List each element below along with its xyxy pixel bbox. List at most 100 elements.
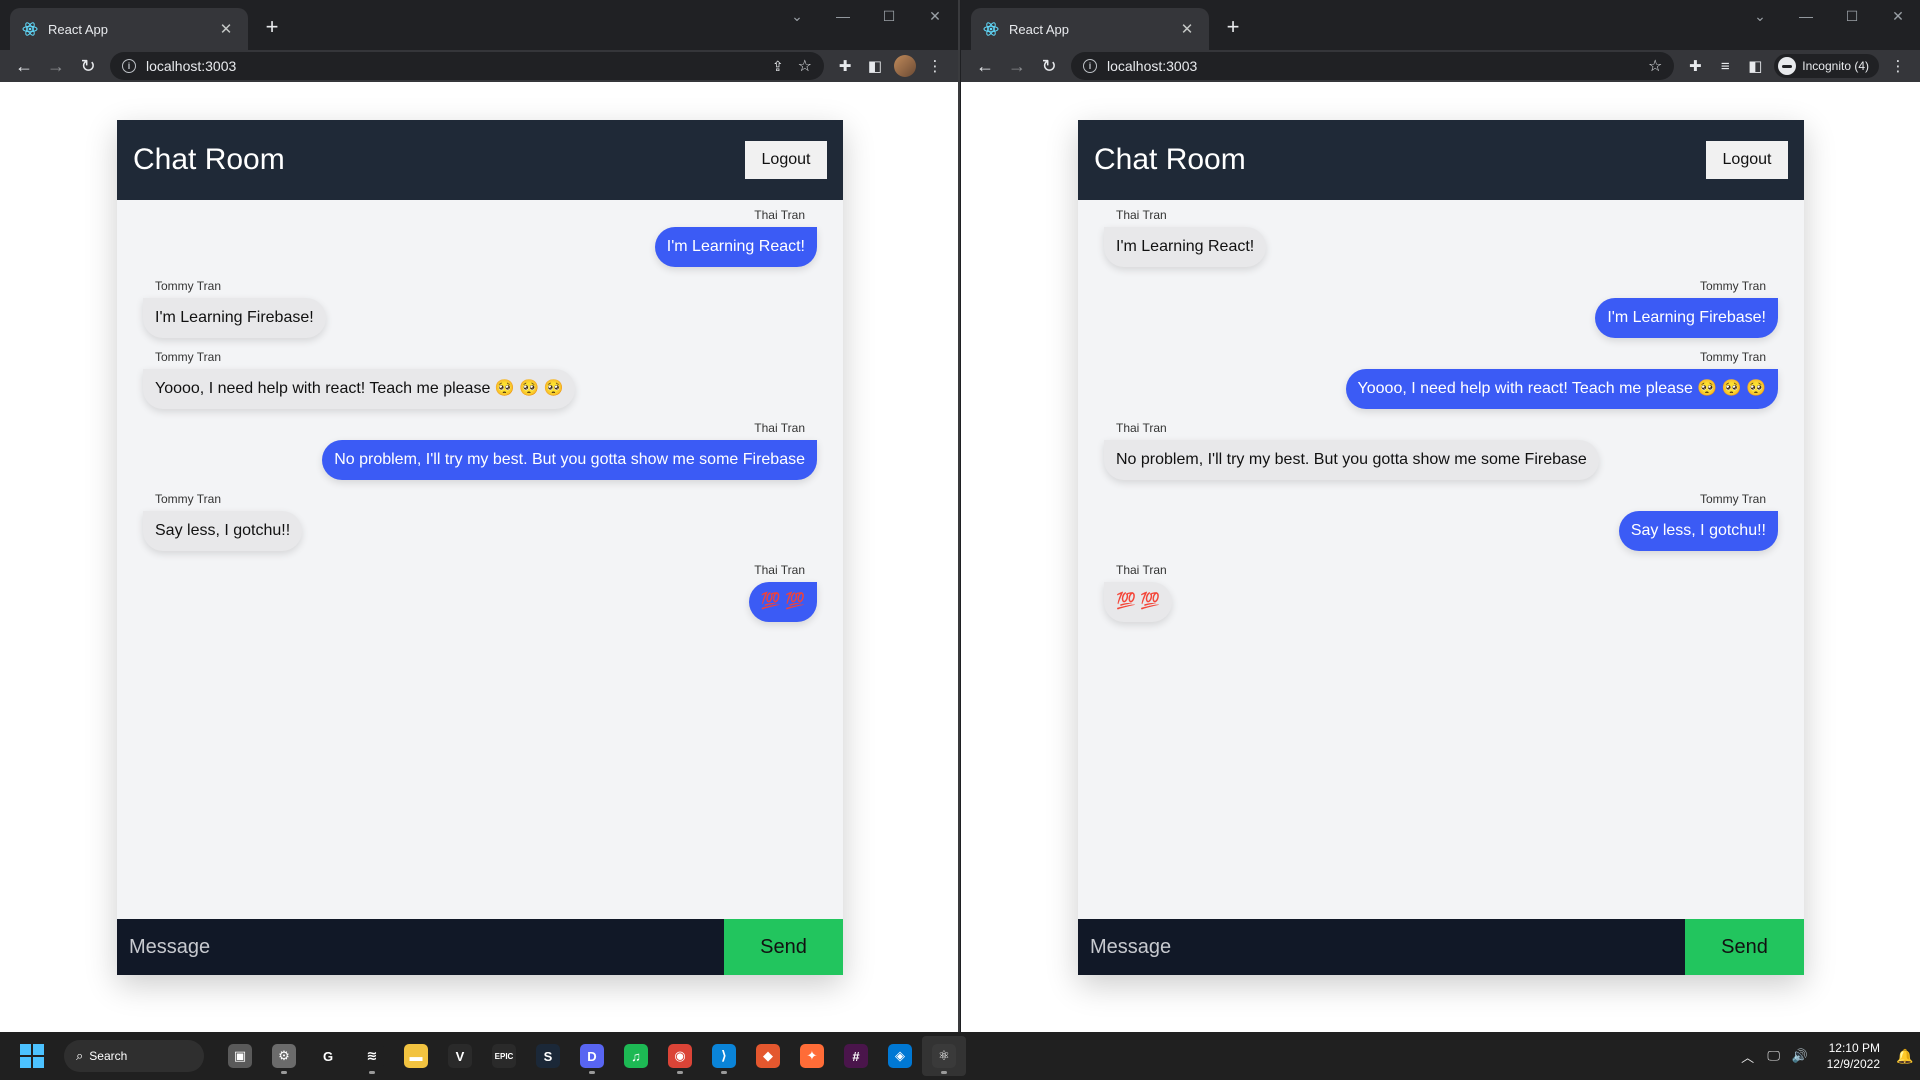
spotify-taskbar-icon[interactable]: ♫ (614, 1036, 658, 1076)
start-windows-icon[interactable] (10, 1036, 54, 1076)
reload-icon[interactable]: ↻ (72, 52, 104, 80)
browser-toolbar: ← → ↻ i localhost:3003 ☆ ✚ ≡ ◧ Incognito… (961, 50, 1920, 82)
chrome-app-active-taskbar-icon[interactable]: ⚛ (922, 1036, 966, 1076)
message-sender: Thai Tran (754, 421, 805, 435)
message-item: Tommy Tran I'm Learning Firebase! (1104, 279, 1778, 338)
message-item: Tommy Tran I'm Learning Firebase! (143, 279, 817, 338)
url-text: localhost:3003 (1107, 58, 1198, 74)
tab-search-icon[interactable]: ⌄ (1737, 0, 1783, 32)
close-window-icon[interactable]: ✕ (1875, 0, 1920, 32)
new-tab-button[interactable]: + (1219, 14, 1247, 42)
postman-icon: ✦ (800, 1044, 824, 1068)
send-button[interactable]: Send (1685, 919, 1804, 975)
side-panel-icon[interactable]: ◧ (1740, 52, 1770, 80)
epic-games-icon: EPIC (492, 1044, 516, 1068)
message-sender: Thai Tran (1116, 563, 1167, 577)
react-favicon-icon (983, 21, 999, 37)
chrome-app-active-icon: ⚛ (932, 1044, 956, 1068)
window-controls: ⌄ — ☐ ✕ (774, 0, 958, 32)
azure-data-studio-taskbar-icon[interactable]: ◈ (878, 1036, 922, 1076)
media-control-icon[interactable]: ≡ (1710, 52, 1740, 80)
extensions-puzzle-icon[interactable]: ✚ (830, 52, 860, 80)
notification-bell-icon[interactable]: 🔔 (1890, 1048, 1920, 1065)
close-tab-icon[interactable]: ✕ (1177, 20, 1197, 38)
taskbar-search[interactable]: ⌕ Search (64, 1040, 204, 1072)
bookmark-star-icon[interactable]: ☆ (798, 56, 812, 76)
tab-title: React App (1009, 21, 1069, 37)
site-info-icon[interactable]: i (122, 59, 136, 73)
clock[interactable]: 12:10 PM 12/9/2022 (1827, 1040, 1880, 1072)
message-bubble: I'm Learning React! (654, 227, 817, 267)
react-favicon-icon (22, 21, 38, 37)
back-arrow-icon[interactable]: ← (969, 52, 1001, 80)
minimize-icon[interactable]: — (1783, 0, 1829, 32)
chrome-taskbar-icon[interactable]: ◉ (658, 1036, 702, 1076)
message-item: Thai Tran No problem, I'll try my best. … (143, 421, 817, 480)
chat-header: Chat Room Logout (117, 120, 843, 200)
message-input[interactable] (117, 919, 724, 975)
maximize-icon[interactable]: ☐ (866, 0, 912, 32)
stack-app-icon: ≋ (360, 1044, 384, 1068)
settings-taskbar-icon[interactable]: ⚙ (262, 1036, 306, 1076)
logout-button[interactable]: Logout (1706, 141, 1788, 179)
network-icon[interactable]: 🖵 (1761, 1048, 1787, 1064)
steam-taskbar-icon[interactable]: S (526, 1036, 570, 1076)
browser-tab[interactable]: React App ✕ (971, 8, 1209, 50)
bookmark-star-icon[interactable]: ☆ (1648, 56, 1662, 76)
message-sender: Tommy Tran (1699, 350, 1766, 364)
show-hidden-icons-chevron-icon[interactable]: ︿ (1735, 1047, 1761, 1066)
browser-window-left: React App ✕ + ⌄ — ☐ ✕ ← → ↻ i localhost:… (0, 0, 960, 1032)
address-bar[interactable]: i localhost:3003 ⇪ ☆ (110, 52, 824, 80)
close-window-icon[interactable]: ✕ (912, 0, 958, 32)
close-tab-icon[interactable]: ✕ (216, 20, 236, 38)
browser-tab[interactable]: React App ✕ (10, 8, 248, 50)
tab-search-icon[interactable]: ⌄ (774, 0, 820, 32)
file-explorer-taskbar-icon[interactable]: ▬ (394, 1036, 438, 1076)
message-bubble: Yoooo, I need help with react! Teach me … (143, 369, 576, 409)
back-arrow-icon[interactable]: ← (8, 52, 40, 80)
git-icon: ◆ (756, 1044, 780, 1068)
message-bubble: I'm Learning Firebase! (143, 298, 326, 338)
taskbar-search-label: Search (89, 1049, 128, 1063)
volume-icon[interactable]: 🔊 (1787, 1048, 1813, 1064)
epic-games-taskbar-icon[interactable]: EPIC (482, 1036, 526, 1076)
slack-taskbar-icon[interactable]: # (834, 1036, 878, 1076)
valorant-taskbar-icon[interactable]: V (438, 1036, 482, 1076)
discord-taskbar-icon[interactable]: D (570, 1036, 614, 1076)
running-indicator (281, 1071, 287, 1074)
site-info-icon[interactable]: i (1083, 59, 1097, 73)
share-icon[interactable]: ⇪ (772, 58, 784, 75)
message-sender: Thai Tran (1116, 421, 1167, 435)
incognito-badge[interactable]: Incognito (4) (1774, 54, 1879, 78)
message-list: Thai Tran I'm Learning React! Tommy Tran… (117, 200, 843, 919)
message-bubble: Say less, I gotchu!! (1618, 511, 1778, 551)
discord-icon: D (580, 1044, 604, 1068)
message-input[interactable] (1078, 919, 1685, 975)
postman-taskbar-icon[interactable]: ✦ (790, 1036, 834, 1076)
minimize-icon[interactable]: — (820, 0, 866, 32)
vscode-taskbar-icon[interactable]: ⟩ (702, 1036, 746, 1076)
reload-icon[interactable]: ↻ (1033, 52, 1065, 80)
running-indicator (721, 1071, 727, 1074)
vscode-icon: ⟩ (712, 1044, 736, 1068)
side-panel-icon[interactable]: ◧ (860, 52, 890, 80)
maximize-icon[interactable]: ☐ (1829, 0, 1875, 32)
message-sender: Tommy Tran (1699, 492, 1766, 506)
send-button[interactable]: Send (724, 919, 843, 975)
stack-app-taskbar-icon[interactable]: ≋ (350, 1036, 394, 1076)
extensions-puzzle-icon[interactable]: ✚ (1680, 52, 1710, 80)
message-item: Thai Tran 💯 💯 (143, 563, 817, 622)
task-view-taskbar-icon[interactable]: ▣ (218, 1036, 262, 1076)
browser-menu-icon[interactable]: ⋮ (1883, 52, 1913, 80)
browser-menu-icon[interactable]: ⋮ (920, 52, 950, 80)
search-icon: ⌕ (76, 1048, 84, 1063)
git-taskbar-icon[interactable]: ◆ (746, 1036, 790, 1076)
logout-button[interactable]: Logout (745, 141, 827, 179)
profile-avatar[interactable] (894, 55, 916, 77)
logitech-taskbar-icon[interactable]: G (306, 1036, 350, 1076)
spotify-icon: ♫ (624, 1044, 648, 1068)
address-bar[interactable]: i localhost:3003 ☆ (1071, 52, 1675, 80)
forward-arrow-icon[interactable]: → (1001, 52, 1033, 80)
new-tab-button[interactable]: + (258, 14, 286, 42)
forward-arrow-icon[interactable]: → (40, 52, 72, 80)
